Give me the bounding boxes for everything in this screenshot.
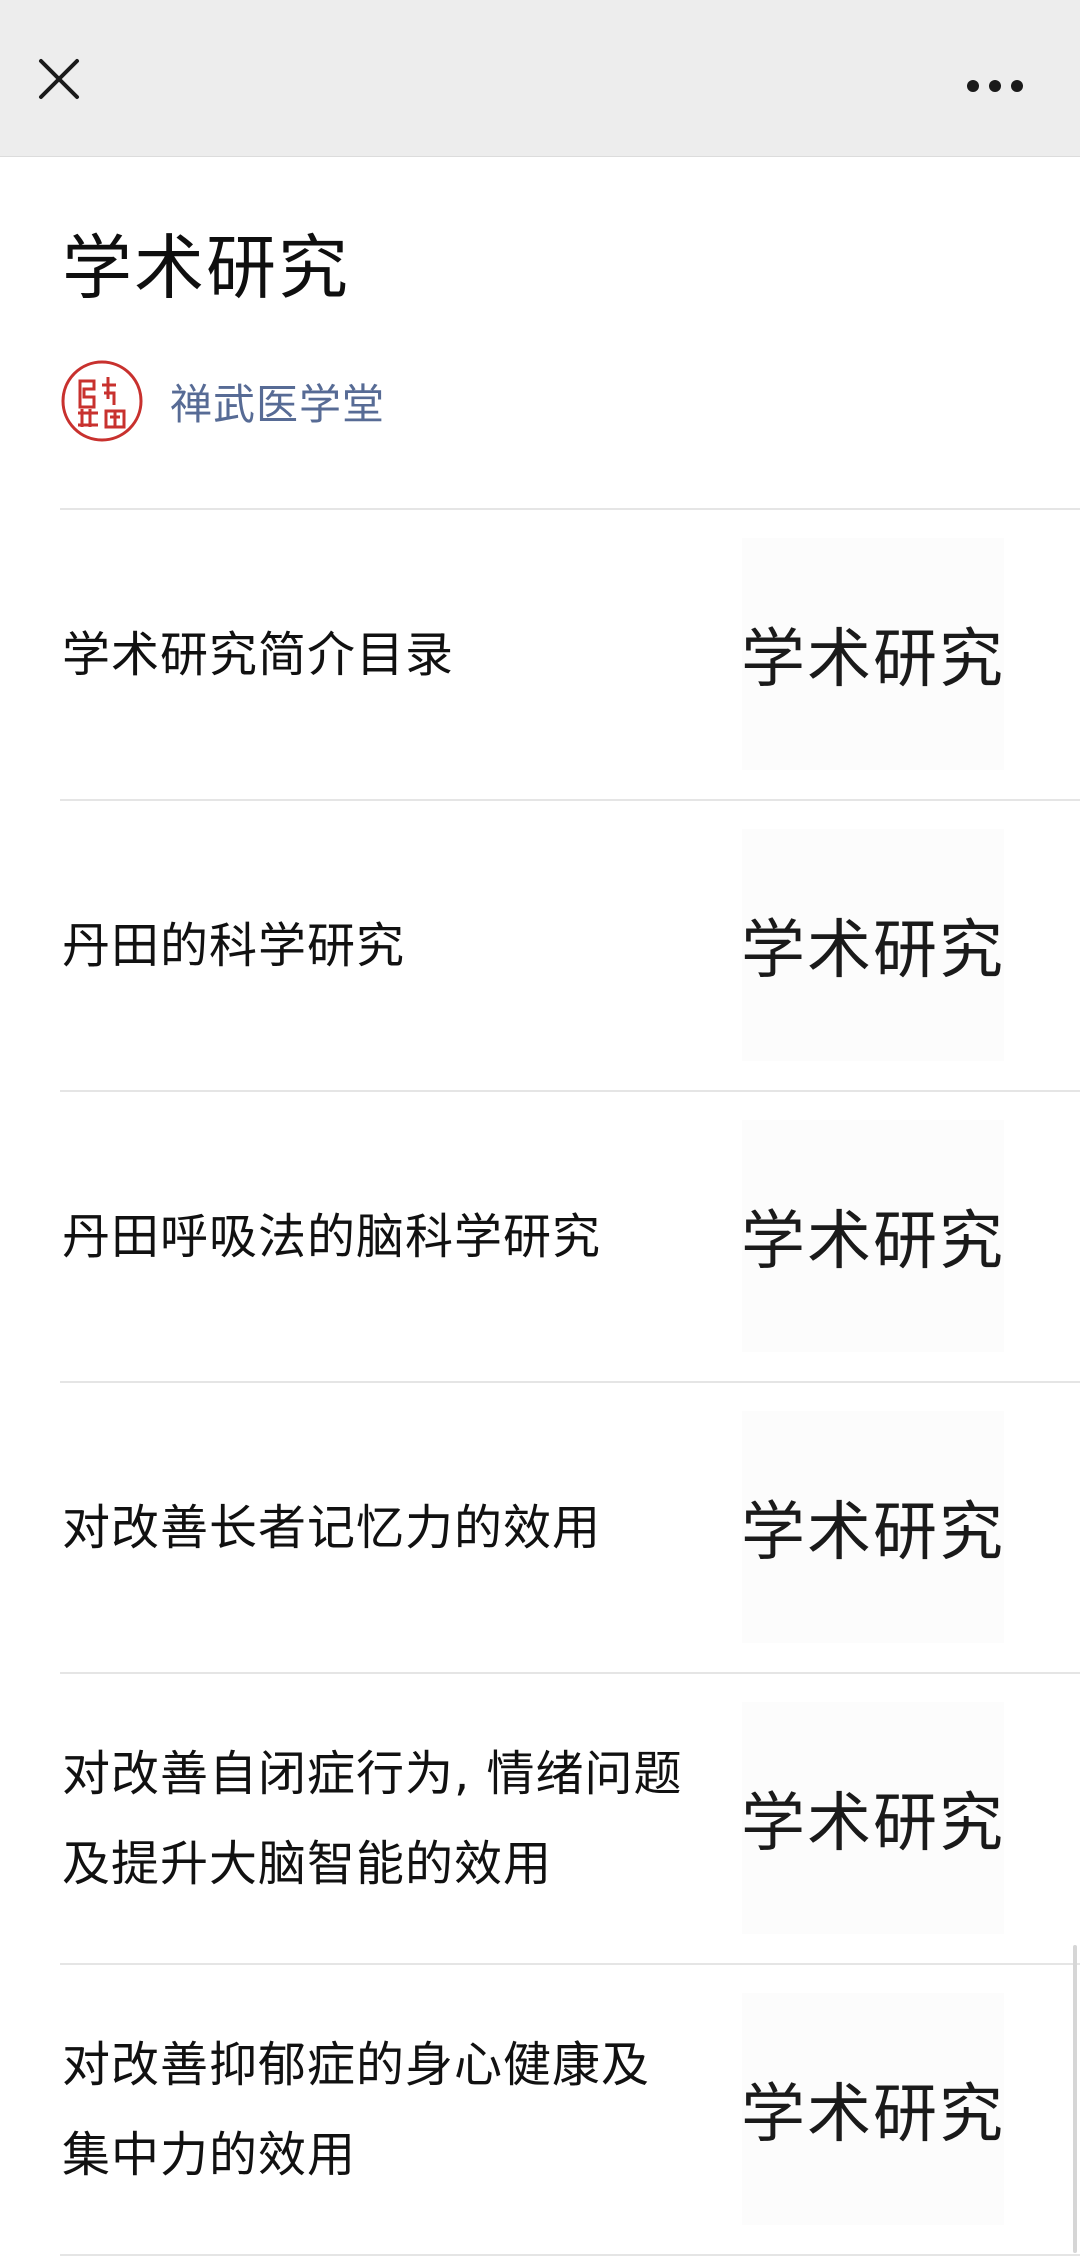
list-item-title-line: 丹田的科学研究 xyxy=(62,917,406,974)
thumbnail-text: 学术研究 xyxy=(741,914,1005,988)
avatar[interactable] xyxy=(60,359,144,443)
list-item-thumbnail[interactable]: 学术研究 xyxy=(741,1411,1005,1643)
thumbnail-text: 学术研究 xyxy=(741,1205,1005,1279)
list-item-thumbnail[interactable]: 学术研究 xyxy=(741,538,1005,770)
list-item-title-line: 及提升大脑智能的效用 xyxy=(62,1835,553,1892)
list-item-title: 对改善抑郁症的身心健康及 集中力的效用 xyxy=(62,1965,702,2254)
list-item-title-line: 集中力的效用 xyxy=(62,2126,357,2183)
list-item-title-line: 对改善自闭症行为, 情绪问题 xyxy=(62,1745,683,1802)
thumbnail-text: 学术研究 xyxy=(741,623,1005,697)
list-item-thumbnail[interactable]: 学术研究 xyxy=(741,829,1005,1061)
article-list: 学术研究简介目录 学术研究 丹田的科学研究 学术研究 丹田呼吸法的脑科学研究 学… xyxy=(60,508,1080,2256)
list-item-title: 丹田的科学研究 xyxy=(62,801,702,1090)
list-item-title-line: 学术研究简介目录 xyxy=(62,626,455,683)
list-item-title: 学术研究简介目录 xyxy=(62,510,702,799)
author-link[interactable]: 禅武医学堂 xyxy=(60,358,385,444)
list-item-thumbnail[interactable]: 学术研究 xyxy=(741,1702,1005,1934)
list-item-thumbnail[interactable]: 学术研究 xyxy=(741,1993,1005,2225)
list-item[interactable]: 对改善长者记忆力的效用 学术研究 xyxy=(60,1381,1080,1672)
page-title: 学术研究 xyxy=(62,227,350,309)
list-item[interactable]: 丹田呼吸法的脑科学研究 学术研究 xyxy=(60,1090,1080,1381)
list-item[interactable]: 学术研究简介目录 学术研究 xyxy=(60,508,1080,799)
scrollbar[interactable] xyxy=(1073,1945,1077,2253)
thumbnail-text: 学术研究 xyxy=(741,1787,1005,1861)
list-item[interactable]: 对改善自闭症行为, 情绪问题 及提升大脑智能的效用 学术研究 xyxy=(60,1672,1080,1963)
list-item-thumbnail[interactable]: 学术研究 xyxy=(741,1120,1005,1352)
list-item-title-line: 丹田呼吸法的脑科学研究 xyxy=(62,1208,602,1265)
more-dots-icon[interactable] xyxy=(950,56,1040,112)
list-item-title: 对改善自闭症行为, 情绪问题 及提升大脑智能的效用 xyxy=(62,1674,702,1963)
list-item-title: 对改善长者记忆力的效用 xyxy=(62,1383,702,1672)
list-item[interactable]: 丹田的科学研究 学术研究 xyxy=(60,799,1080,1090)
list-item[interactable]: 对改善抑郁症的身心健康及 集中力的效用 学术研究 xyxy=(60,1963,1080,2256)
top-bar xyxy=(0,0,1080,157)
thumbnail-text: 学术研究 xyxy=(741,1496,1005,1570)
close-icon[interactable] xyxy=(26,46,92,112)
author-name[interactable]: 禅武医学堂 xyxy=(170,371,385,432)
thumbnail-text: 学术研究 xyxy=(741,2078,1005,2152)
list-item-title-line: 对改善抑郁症的身心健康及 xyxy=(62,2036,651,2093)
list-item-title: 丹田呼吸法的脑科学研究 xyxy=(62,1092,702,1381)
list-item-title-line: 对改善长者记忆力的效用 xyxy=(62,1499,602,1556)
